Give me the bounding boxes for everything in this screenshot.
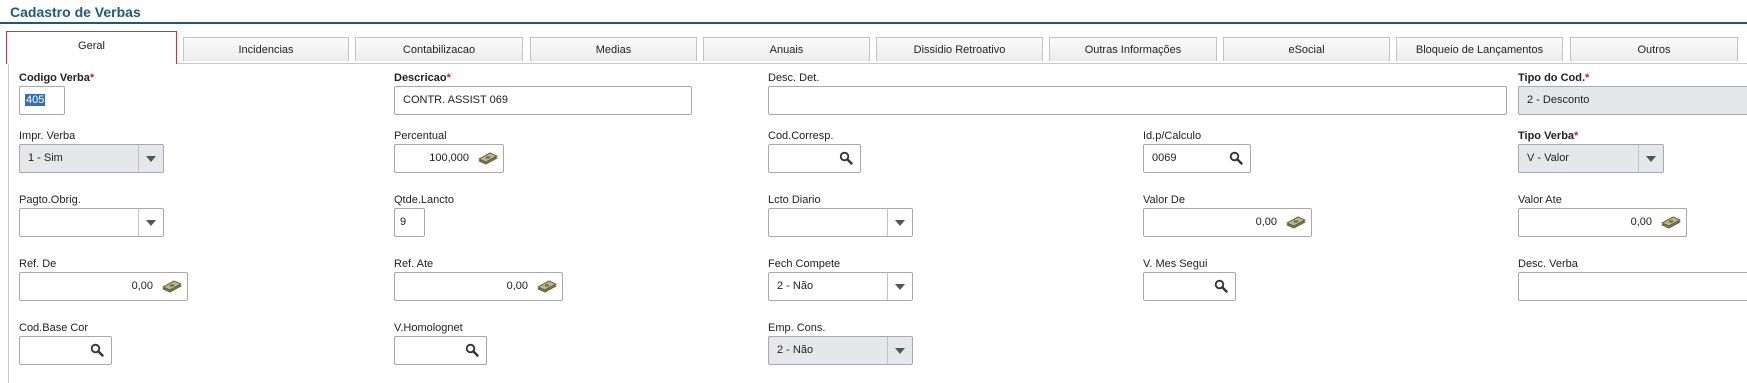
- search-icon[interactable]: [465, 343, 479, 357]
- id-calculo-field[interactable]: 0069: [1143, 144, 1251, 173]
- chevron-down-icon[interactable]: [887, 337, 912, 364]
- pagto-obrig-label: Pagto.Obrig.: [19, 194, 81, 206]
- fech-compete-label: Fech Compete: [768, 258, 841, 270]
- search-icon[interactable]: [1214, 279, 1228, 293]
- cod-corresp-label: Cod.Corresp.: [768, 130, 834, 142]
- tab-dissidio-retroativo[interactable]: Dissidio Retroativo: [876, 37, 1043, 61]
- percentual-value: 100,000: [429, 152, 469, 164]
- tab-outros[interactable]: Outros: [1570, 37, 1738, 61]
- tab-bloqueio-lancamentos[interactable]: Bloqueio de Lançamentos: [1396, 37, 1563, 61]
- valor-ate-value: 0,00: [1630, 216, 1652, 228]
- valor-ate-label: Valor Ate: [1518, 194, 1562, 206]
- codigo-verba-label: Codigo Verba*: [19, 72, 95, 84]
- id-calculo-label: Id.p/Calculo: [1143, 130, 1202, 142]
- codigo-verba-value: 405: [25, 94, 46, 106]
- chevron-down-icon[interactable]: [1638, 145, 1663, 172]
- search-icon[interactable]: [839, 151, 853, 165]
- percentual-label: Percentual: [394, 130, 447, 142]
- cod-base-cor-field[interactable]: [19, 336, 112, 365]
- title-divider: [0, 22, 1747, 24]
- tab-contabilizacao[interactable]: Contabilizacao: [355, 37, 523, 61]
- valor-de-field[interactable]: 0,00: [1143, 208, 1312, 237]
- chevron-down-icon[interactable]: [138, 209, 163, 236]
- ref-ate-value: 0,00: [506, 280, 528, 292]
- codigo-verba-field[interactable]: 405: [19, 86, 65, 115]
- qtde-lancto-label: Qtde.Lancto: [394, 194, 454, 206]
- emp-cons-select[interactable]: 2 - Não: [768, 336, 913, 365]
- tab-medias[interactable]: Medias: [530, 37, 697, 61]
- desc-det-label: Desc. Det.: [768, 72, 820, 84]
- pagto-obrig-select[interactable]: [19, 208, 164, 237]
- cod-base-cor-label: Cod.Base Cor: [19, 322, 89, 334]
- lcto-diario-select[interactable]: [768, 208, 913, 237]
- descricao-field[interactable]: CONTR. ASSIST 069: [394, 86, 692, 115]
- v-mes-segui-label: V. Mes Segui: [1143, 258, 1208, 270]
- impr-verba-select[interactable]: 1 - Sim: [19, 144, 164, 173]
- v-homolognet-field[interactable]: [394, 336, 487, 365]
- money-icon[interactable]: [162, 280, 182, 294]
- ref-de-label: Ref. De: [19, 258, 57, 270]
- emp-cons-label: Emp. Cons.: [768, 322, 826, 334]
- tab-incidencias[interactable]: Incidencias: [183, 37, 349, 61]
- impr-verba-label: Impr. Verba: [19, 130, 76, 142]
- tab-outras-informacoes[interactable]: Outras Informações: [1049, 37, 1217, 61]
- ref-de-value: 0,00: [131, 280, 153, 292]
- valor-ate-field[interactable]: 0,00: [1518, 208, 1687, 237]
- percentual-field[interactable]: 100,000: [394, 144, 504, 173]
- cod-corresp-field[interactable]: [768, 144, 861, 173]
- tipo-verba-select[interactable]: V - Valor: [1518, 144, 1664, 173]
- tab-bar: Geral Incidencias Contabilizacao Medias …: [0, 30, 1747, 64]
- tipo-cod-select[interactable]: 2 - Desconto: [1518, 86, 1747, 115]
- desc-verba-field[interactable]: [1518, 272, 1747, 301]
- tipo-verba-value: V - Valor: [1527, 152, 1569, 164]
- descricao-value: CONTR. ASSIST 069: [403, 94, 508, 106]
- lcto-diario-label: Lcto Diario: [768, 194, 821, 206]
- tab-geral[interactable]: Geral: [6, 31, 177, 64]
- qtde-lancto-value: 9: [400, 216, 407, 228]
- money-icon[interactable]: [478, 152, 498, 166]
- descricao-label: Descricao*: [394, 72, 451, 84]
- search-icon[interactable]: [1229, 151, 1243, 165]
- chevron-down-icon[interactable]: [887, 209, 912, 236]
- money-icon[interactable]: [537, 280, 557, 294]
- desc-det-field[interactable]: [768, 86, 1507, 115]
- impr-verba-value: 1 - Sim: [28, 152, 63, 164]
- tab-esocial[interactable]: eSocial: [1223, 37, 1390, 61]
- tipo-verba-label: Tipo Verba*: [1518, 130, 1579, 142]
- v-mes-segui-field[interactable]: [1143, 272, 1236, 301]
- fech-compete-select[interactable]: 2 - Não: [768, 272, 913, 301]
- tipo-cod-value: 2 - Desconto: [1527, 94, 1590, 106]
- v-homolognet-label: V.Homolognet: [394, 322, 463, 334]
- emp-cons-value: 2 - Não: [777, 344, 814, 356]
- page-title: Cadastro de Verbas: [10, 4, 141, 20]
- desc-verba-label: Desc. Verba: [1518, 258, 1578, 270]
- valor-de-label: Valor De: [1143, 194, 1185, 206]
- money-icon[interactable]: [1661, 216, 1681, 230]
- search-icon[interactable]: [90, 343, 104, 357]
- tipo-cod-label: Tipo do Cod.*: [1518, 72, 1590, 84]
- form-panel: Codigo Verba* 405 Descricao* CONTR. ASSI…: [8, 63, 1747, 383]
- ref-ate-label: Ref. Ate: [394, 258, 434, 270]
- valor-de-value: 0,00: [1255, 216, 1277, 228]
- chevron-down-icon[interactable]: [138, 145, 163, 172]
- tab-anuais[interactable]: Anuais: [703, 37, 870, 61]
- ref-de-field[interactable]: 0,00: [19, 272, 188, 301]
- id-calculo-value: 0069: [1152, 152, 1177, 164]
- chevron-down-icon[interactable]: [887, 273, 912, 300]
- money-icon[interactable]: [1286, 216, 1306, 230]
- ref-ate-field[interactable]: 0,00: [394, 272, 563, 301]
- fech-compete-value: 2 - Não: [777, 280, 814, 292]
- qtde-lancto-field[interactable]: 9: [394, 208, 425, 237]
